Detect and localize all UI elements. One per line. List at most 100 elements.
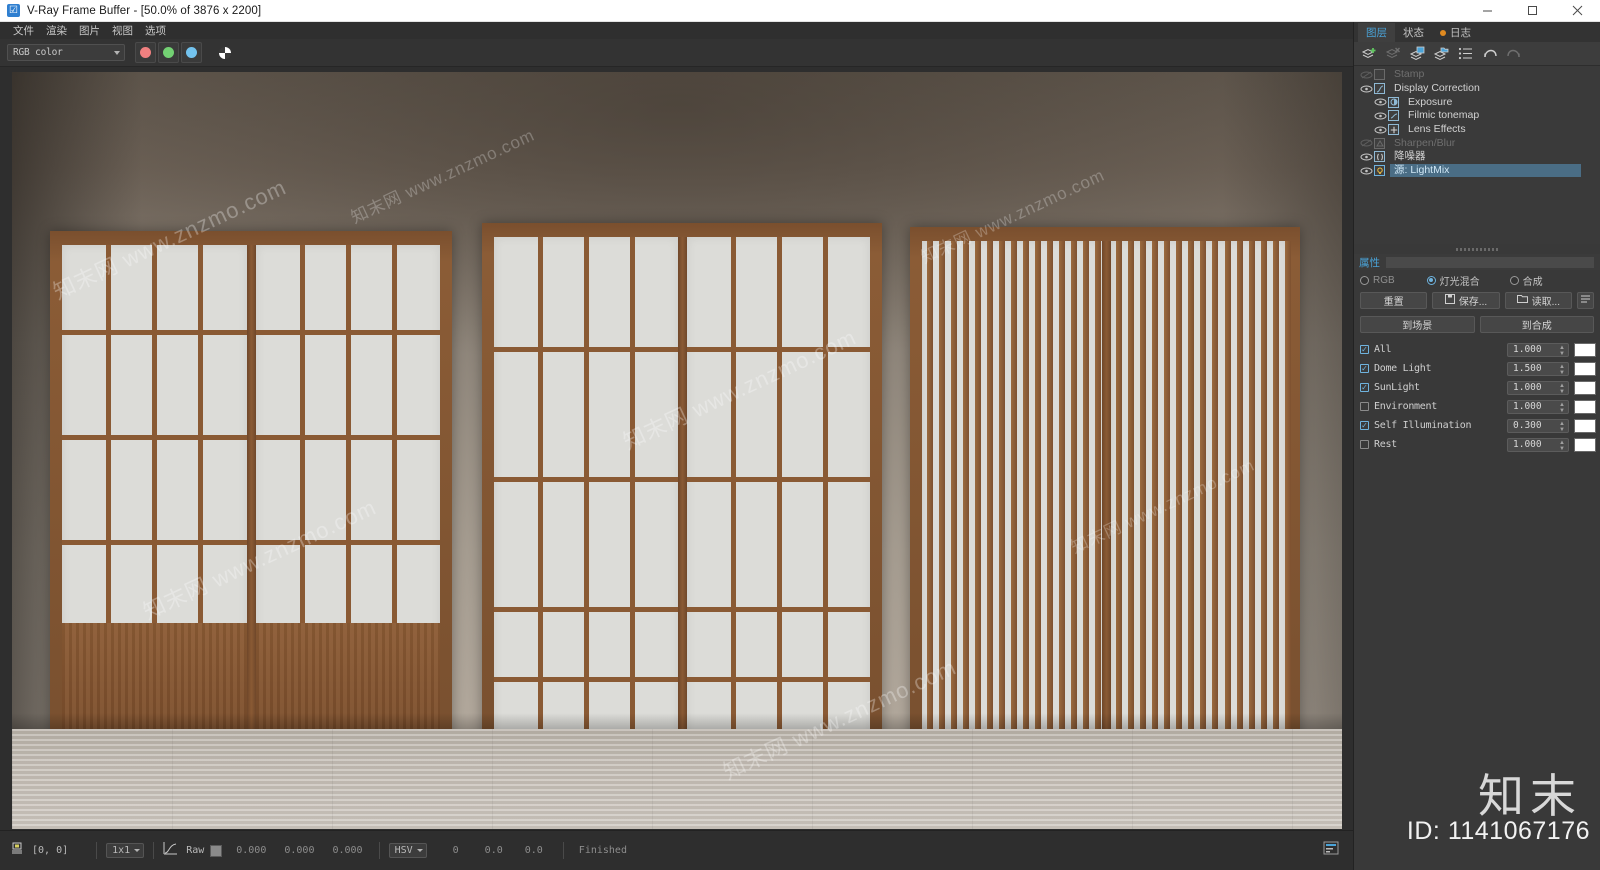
maximize-button[interactable] bbox=[1510, 0, 1555, 22]
close-button[interactable] bbox=[1555, 0, 1600, 22]
layer-list-options-icon[interactable] bbox=[1456, 44, 1475, 63]
lightmix-sunlight[interactable]: SunLight 1.000 ▲▼ bbox=[1354, 378, 1600, 397]
lightmix-color-swatch[interactable] bbox=[1574, 437, 1596, 452]
spinner-arrows-icon[interactable]: ▲ ▼ bbox=[1559, 440, 1565, 452]
layer-lens-effects[interactable]: Lens Effects bbox=[1354, 123, 1600, 137]
layer-display-correction[interactable]: Display Correction bbox=[1354, 82, 1600, 96]
lightmix-value: 1.000 bbox=[1513, 439, 1542, 450]
layer-label: 降噪器 bbox=[1394, 150, 1426, 163]
undo-icon[interactable] bbox=[1480, 44, 1499, 63]
show-log-icon[interactable] bbox=[1323, 841, 1339, 855]
lightmix-checkbox[interactable] bbox=[1360, 364, 1369, 373]
lightmix-dome-light[interactable]: Dome Light 1.500 ▲▼ bbox=[1354, 359, 1600, 378]
lightmix-color-swatch[interactable] bbox=[1574, 380, 1596, 395]
menu-options[interactable]: 选项 bbox=[139, 23, 172, 39]
layer-sharpen-blur[interactable]: Sharpen/Blur bbox=[1354, 136, 1600, 150]
spinner-arrows-icon[interactable]: ▲ ▼ bbox=[1559, 383, 1565, 395]
layer-visibility-icon[interactable] bbox=[1358, 153, 1374, 161]
door-center-stile bbox=[246, 245, 256, 743]
layer-filmic-tonemap[interactable]: Filmic tonemap bbox=[1354, 109, 1600, 123]
lightmix-label: SunLight bbox=[1374, 382, 1420, 393]
load-layer-preset-icon[interactable] bbox=[1432, 44, 1451, 63]
color-curve-icon[interactable] bbox=[163, 841, 178, 860]
lightmix-checkbox[interactable] bbox=[1360, 402, 1369, 411]
to-composite-button[interactable]: 到合成 bbox=[1479, 316, 1594, 333]
render-canvas[interactable]: 知末网 www.znzmo.com 知末网 www.znzmo.com 知末网 … bbox=[0, 67, 1353, 830]
menu-view[interactable]: 视图 bbox=[106, 23, 139, 39]
layer-visibility-icon[interactable] bbox=[1358, 71, 1374, 79]
door-slat bbox=[986, 241, 993, 743]
layer-visibility-icon[interactable] bbox=[1358, 139, 1374, 147]
more-options-button[interactable] bbox=[1576, 292, 1594, 309]
color-space-select[interactable]: HSV bbox=[388, 843, 427, 858]
save-button[interactable]: 保存... bbox=[1432, 292, 1500, 309]
layer-visibility-icon[interactable] bbox=[1358, 167, 1374, 175]
menu-render[interactable]: 渲染 bbox=[40, 23, 73, 39]
lightmix-color-swatch[interactable] bbox=[1574, 399, 1596, 414]
to-scene-button[interactable]: 到场景 bbox=[1360, 316, 1475, 333]
layer-visibility-icon[interactable] bbox=[1372, 126, 1388, 134]
layer-source-lightmix[interactable]: 源: LightMix bbox=[1354, 164, 1600, 178]
tab-layers[interactable]: 图层 bbox=[1358, 23, 1395, 42]
green-channel-button[interactable] bbox=[158, 42, 179, 63]
raw-value-r: 0.000 bbox=[236, 845, 267, 856]
lightmix-value-input[interactable]: 1.000 ▲ ▼ bbox=[1507, 380, 1569, 395]
layer-type-icon bbox=[1374, 137, 1385, 149]
layer-stamp[interactable]: Stamp bbox=[1354, 68, 1600, 82]
lightmix-value-input[interactable]: 0.300 ▲ ▼ bbox=[1507, 418, 1569, 433]
redo-icon[interactable] bbox=[1504, 44, 1523, 63]
lightmix-environment[interactable]: Environment 1.000 ▲ ▼ bbox=[1354, 397, 1600, 416]
spinner-arrows-icon[interactable]: ▲ ▼ bbox=[1559, 364, 1565, 376]
lightmix-value: 1.500 bbox=[1513, 363, 1542, 374]
tab-log[interactable]: 日志 bbox=[1432, 23, 1479, 42]
layer-exposure[interactable]: Exposure bbox=[1354, 95, 1600, 109]
lightmix-color-swatch[interactable] bbox=[1574, 361, 1596, 376]
mode-lightmix[interactable]: 灯光混合 bbox=[1426, 273, 1480, 288]
hsv-value-v: 0.0 bbox=[524, 845, 543, 856]
lightmix-value-input[interactable]: 1.000 ▲ ▼ bbox=[1507, 437, 1569, 452]
panel-splitter[interactable] bbox=[1354, 244, 1600, 254]
lightmix-checkbox[interactable] bbox=[1360, 345, 1369, 354]
lightmix-value-input[interactable]: 1.500 ▲ ▼ bbox=[1507, 361, 1569, 376]
channel-select[interactable]: RGB color bbox=[7, 44, 125, 61]
minimize-button[interactable] bbox=[1465, 0, 1510, 22]
lightmix-color-swatch[interactable] bbox=[1574, 342, 1596, 357]
door-slat bbox=[1212, 241, 1219, 743]
lightmix-checkbox[interactable] bbox=[1360, 383, 1369, 392]
menu-image[interactable]: 图片 bbox=[73, 23, 106, 39]
lightmix-value-input[interactable]: 1.000 ▲ ▼ bbox=[1507, 342, 1569, 357]
layer-denoiser[interactable]: 降噪器 bbox=[1354, 150, 1600, 164]
lightmix-checkbox[interactable] bbox=[1360, 440, 1369, 449]
lightmix-rest[interactable]: Rest 1.000 ▲ ▼ bbox=[1354, 435, 1600, 454]
mode-composite-label: 合成 bbox=[1522, 276, 1543, 288]
menu-file[interactable]: 文件 bbox=[7, 23, 40, 39]
lightmix-checkbox[interactable] bbox=[1360, 421, 1369, 430]
alpha-channel-button[interactable] bbox=[214, 42, 235, 63]
reset-button[interactable]: 重置 bbox=[1360, 292, 1428, 309]
sample-size-select[interactable]: 1x1 bbox=[106, 843, 145, 858]
door-inner bbox=[61, 245, 440, 743]
layer-visibility-icon[interactable] bbox=[1372, 112, 1388, 120]
layer-visibility-icon[interactable] bbox=[1372, 98, 1388, 106]
blue-channel-button[interactable] bbox=[181, 42, 202, 63]
tab-status[interactable]: 状态 bbox=[1395, 23, 1432, 42]
door-slat bbox=[1010, 241, 1017, 743]
mode-composite[interactable]: 合成 bbox=[1509, 273, 1543, 288]
layer-visibility-icon[interactable] bbox=[1358, 85, 1374, 93]
mode-rgb[interactable]: RGB bbox=[1360, 275, 1395, 286]
add-layer-icon[interactable] bbox=[1360, 44, 1379, 63]
lightmix-all[interactable]: All 1.000 ▲▼ bbox=[1354, 340, 1600, 359]
lightmix-color-swatch[interactable] bbox=[1574, 418, 1596, 433]
spinner-arrows-icon[interactable]: ▲ ▼ bbox=[1559, 421, 1565, 433]
load-button[interactable]: 读取... bbox=[1504, 292, 1572, 309]
layer-label: Exposure bbox=[1408, 95, 1453, 108]
lightmix-value-input[interactable]: 1.000 ▲ ▼ bbox=[1507, 399, 1569, 414]
save-layer-preset-icon[interactable] bbox=[1408, 44, 1427, 63]
lightmix-self-illumination[interactable]: Self Illumination 0.300 ▲▼ bbox=[1354, 416, 1600, 435]
layer-list[interactable]: Stamp Display Correction Exposure Filmic… bbox=[1354, 66, 1600, 244]
spinner-arrows-icon[interactable]: ▲ ▼ bbox=[1559, 402, 1565, 414]
spinner-arrows-icon[interactable]: ▲ ▼ bbox=[1559, 345, 1565, 357]
delete-layer-icon[interactable] bbox=[1384, 44, 1403, 63]
red-channel-button[interactable] bbox=[135, 42, 156, 63]
door-center-stile bbox=[1101, 241, 1111, 743]
